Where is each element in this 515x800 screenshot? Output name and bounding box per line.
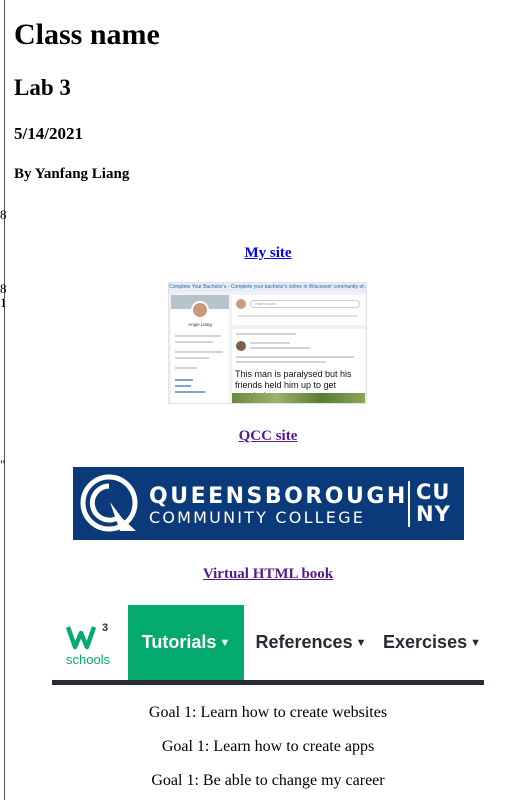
w3schools-nav-underline xyxy=(52,680,484,685)
screenshot-feed: Start a post This man is paralysed but h… xyxy=(232,295,365,403)
tab-exercises: Exercises ▼ xyxy=(380,605,484,680)
clipped-text-stub: 1 xyxy=(0,295,7,310)
screenshot-profile-card: Angie Liang xyxy=(171,295,229,403)
virtual-html-book-link[interactable]: Virtual HTML book xyxy=(203,566,333,582)
screenshot-text-line xyxy=(250,342,290,344)
screenshot-text-line xyxy=(238,315,358,317)
tab-references: References ▼ xyxy=(250,605,372,680)
cuny-logo-bottom: NY xyxy=(416,502,451,526)
tab-tutorials: Tutorials ▼ xyxy=(128,605,244,680)
qcc-logo-icon xyxy=(80,474,138,532)
qcc-name-line2: COMMUNITY COLLEGE xyxy=(149,508,366,527)
left-divider xyxy=(4,0,5,800)
clipped-text-stub: 8 xyxy=(0,207,7,222)
goal-text: Goal 1: Be able to change my career xyxy=(151,772,385,789)
screenshot-text-line xyxy=(175,391,205,393)
qcc-site-link-row: QCC site xyxy=(0,428,515,445)
clipped-text-stub: 8 xyxy=(0,281,7,296)
qcc-banner-image[interactable]: QUEENSBOROUGH COMMUNITY COLLEGE CU NY xyxy=(73,467,464,540)
caret-down-icon: ▼ xyxy=(219,637,231,649)
qcc-name-line1: QUEENSBOROUGH xyxy=(149,484,408,509)
avatar xyxy=(191,301,209,319)
goal-text: Goal 1: Learn how to create apps xyxy=(161,738,375,755)
avatar xyxy=(236,341,246,351)
screenshot-compose-box: Start a post xyxy=(232,295,365,325)
clipped-text-stub: " xyxy=(0,457,6,472)
screenshot-post: This man is paralysed but his friends he… xyxy=(232,329,365,403)
w3schools-nav-image[interactable]: 3 schools Tutorials ▼ References ▼ Exercis… xyxy=(52,605,484,685)
screenshot-text-line xyxy=(175,385,191,387)
screenshot-text-line xyxy=(175,351,223,353)
screenshot-banner: Complete Your Bachelor's - Complete your… xyxy=(169,283,367,292)
screenshot-text-line xyxy=(250,347,310,349)
caret-down-icon: ▼ xyxy=(470,637,481,649)
qcc-separator xyxy=(408,481,410,527)
screenshot-compose-input: Start a post xyxy=(250,300,360,308)
my-site-screenshot-image[interactable]: Complete Your Bachelor's - Complete your… xyxy=(168,282,367,404)
screenshot-profile-name: Angie Liang xyxy=(188,322,212,327)
tab-references-label: References xyxy=(255,632,353,652)
tab-exercises-label: Exercises xyxy=(383,632,468,652)
date-heading: 5/14/2021 xyxy=(14,124,83,143)
screenshot-text-line xyxy=(175,357,209,359)
screenshot-text-line xyxy=(175,379,193,381)
screenshot-post-photo xyxy=(232,393,365,403)
my-site-link-row: My site xyxy=(0,245,515,262)
screenshot-text-line xyxy=(175,341,213,343)
screenshot-text-line xyxy=(236,333,296,335)
avatar xyxy=(236,299,246,309)
screenshot-text-line xyxy=(175,367,197,369)
caret-down-icon: ▼ xyxy=(355,637,367,649)
cuny-logo: CU NY xyxy=(416,481,458,525)
goal-text: Goal 1: Learn how to create websites xyxy=(148,704,388,721)
my-site-link[interactable]: My site xyxy=(244,245,291,261)
qcc-site-link[interactable]: QCC site xyxy=(239,428,298,444)
virtual-book-link-row: Virtual HTML book xyxy=(0,566,515,583)
lab-heading: Lab 3 xyxy=(14,75,71,100)
screenshot-text-line xyxy=(236,356,354,358)
tab-tutorials-label: Tutorials xyxy=(141,632,217,652)
screenshot-text-line xyxy=(236,361,326,363)
cuny-logo-top: CU xyxy=(416,480,451,504)
screenshot-text-line xyxy=(175,335,221,337)
svg-text:3: 3 xyxy=(102,622,108,634)
page-title: Class name xyxy=(14,18,160,51)
w3schools-logo-text: schools xyxy=(66,652,111,667)
author-heading: By Yanfang Liang xyxy=(14,166,130,182)
